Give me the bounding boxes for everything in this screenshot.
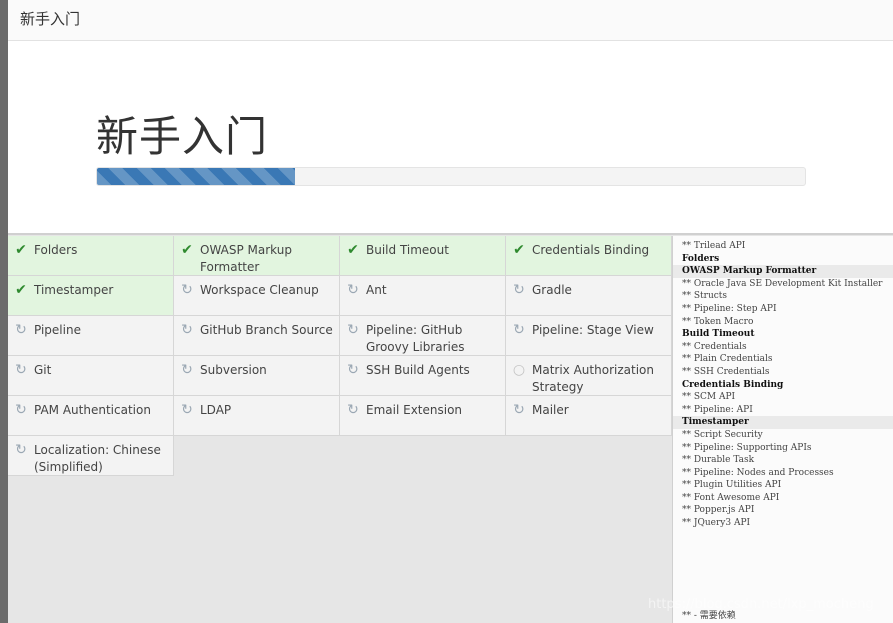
page-title: 新手入门 bbox=[96, 112, 269, 161]
plugin-label: Matrix Authorization Strategy bbox=[532, 363, 654, 394]
plugin-label: Pipeline bbox=[34, 323, 81, 337]
refresh-icon: ↻ bbox=[15, 402, 27, 418]
plugin-label: Folders bbox=[34, 243, 78, 257]
plugin-label: Workspace Cleanup bbox=[200, 283, 319, 297]
refresh-icon: ↻ bbox=[15, 322, 27, 338]
log-dependency-line: ** Pipeline: Step API bbox=[682, 303, 777, 314]
plugin-item: ↻ Gradle bbox=[506, 276, 672, 316]
log-plugin-header: Credentials Binding bbox=[682, 379, 784, 390]
window-title: 新手入门 bbox=[20, 10, 81, 28]
log-dependency-line: ** Script Security bbox=[682, 429, 763, 440]
plugin-item: ✔ Folders bbox=[8, 236, 174, 276]
plugin-item: ↻ Ant bbox=[340, 276, 506, 316]
plugin-item: ↻ Pipeline: GitHub Groovy Libraries bbox=[340, 316, 506, 356]
log-dependency-line: ** Plugin Utilities API bbox=[682, 480, 782, 491]
plugin-item: ✔ Build Timeout bbox=[340, 236, 506, 276]
plugin-item: ↻ Workspace Cleanup bbox=[174, 276, 340, 316]
check-icon: ✔ bbox=[15, 282, 27, 298]
plugin-label: Credentials Binding bbox=[532, 243, 650, 257]
log-dependency-line: ** Structs bbox=[682, 291, 728, 302]
log-dependency-line: ** JQuery3 API bbox=[682, 518, 751, 529]
plugin-item: ✔ Timestamper bbox=[8, 276, 174, 316]
log-dependency-line: ** Trilead API bbox=[682, 241, 746, 251]
log-dependency-line: ** SCM API bbox=[682, 392, 736, 403]
log-dependency-line: ** Pipeline: API bbox=[682, 404, 753, 415]
log-dependency-line: ** Plain Credentials bbox=[682, 354, 773, 365]
plugin-item: ↻ Mailer bbox=[506, 396, 672, 436]
plugin-item: ○ Matrix Authorization Strategy bbox=[506, 356, 672, 396]
check-icon: ✔ bbox=[513, 242, 525, 258]
log-dependency-line: ** Credentials bbox=[682, 341, 747, 352]
plugin-item: ↻ Git bbox=[8, 356, 174, 396]
log-dependency-line: ** Pipeline: Nodes and Processes bbox=[682, 467, 834, 478]
refresh-icon: ↻ bbox=[347, 402, 359, 418]
plugin-label: OWASP Markup Formatter bbox=[200, 243, 292, 274]
refresh-icon: ↻ bbox=[181, 362, 193, 378]
refresh-icon: ↻ bbox=[15, 362, 27, 378]
refresh-icon: ↻ bbox=[181, 282, 193, 298]
plugin-item: ↻ LDAP bbox=[174, 396, 340, 436]
plugin-item: ↻ Pipeline bbox=[8, 316, 174, 356]
plugin-label: Gradle bbox=[532, 283, 572, 297]
plugin-label: PAM Authentication bbox=[34, 403, 151, 417]
log-dependency-line: ** SSH Credentials bbox=[682, 366, 770, 377]
plugin-item: ↻ Email Extension bbox=[340, 396, 506, 436]
plugin-label: Email Extension bbox=[366, 403, 463, 417]
plugin-label: SSH Build Agents bbox=[366, 363, 470, 377]
window-header: 新手入门 bbox=[8, 0, 893, 41]
log-plugin-header: Build Timeout bbox=[682, 329, 755, 340]
log-plugin-header: Timestamper bbox=[673, 416, 893, 429]
refresh-icon: ↻ bbox=[15, 442, 27, 458]
log-plugin-header: Folders bbox=[682, 253, 720, 264]
refresh-icon: ↻ bbox=[513, 322, 525, 338]
refresh-icon: ↻ bbox=[513, 282, 525, 298]
log-dependency-line: ** Pipeline: Supporting APIs bbox=[682, 442, 812, 453]
install-progress-fill bbox=[97, 168, 296, 185]
install-log[interactable]: ** Trilead API Folders OWASP Markup Format… bbox=[672, 236, 893, 623]
watermark: https://blog.csdn.net/lxp_mocheng bbox=[648, 597, 874, 612]
check-icon: ✔ bbox=[181, 242, 193, 258]
plugin-grid: ✔ Folders ✔ OWASP Markup Formatter ✔ Build Ti… bbox=[8, 236, 672, 623]
plugin-label: Git bbox=[34, 363, 52, 377]
plugin-label: Ant bbox=[366, 283, 387, 297]
plugin-item: ↻ Localization: Chinese (Simplified) bbox=[8, 436, 174, 476]
hero-panel: 新手入门 bbox=[8, 41, 893, 235]
refresh-icon: ↻ bbox=[181, 402, 193, 418]
refresh-icon: ↻ bbox=[513, 402, 525, 418]
plugin-label: Timestamper bbox=[34, 283, 114, 297]
circle-icon: ○ bbox=[512, 362, 526, 378]
plugin-label: Pipeline: GitHub Groovy Libraries bbox=[366, 323, 465, 354]
refresh-icon: ↻ bbox=[347, 322, 359, 338]
plugin-label: GitHub Branch Source bbox=[200, 323, 333, 337]
check-icon: ✔ bbox=[347, 242, 359, 258]
plugin-item: ↻ PAM Authentication bbox=[8, 396, 174, 436]
log-dependency-line: ** Oracle Java SE Development Kit Instal… bbox=[682, 278, 883, 289]
log-dependency-line: ** Popper.js API bbox=[682, 505, 755, 516]
plugin-label: LDAP bbox=[200, 403, 232, 417]
install-progress-bar bbox=[96, 167, 806, 186]
log-dependency-line: ** Token Macro bbox=[682, 316, 754, 327]
plugin-label: Pipeline: Stage View bbox=[532, 323, 654, 337]
plugin-item: ✔ Credentials Binding bbox=[506, 236, 672, 276]
plugin-item: ↻ Subversion bbox=[174, 356, 340, 396]
plugin-item: ↻ GitHub Branch Source bbox=[174, 316, 340, 356]
plugin-label: Subversion bbox=[200, 363, 267, 377]
plugin-item: ↻ SSH Build Agents bbox=[340, 356, 506, 396]
log-plugin-header: OWASP Markup Formatter bbox=[673, 265, 893, 278]
plugin-item: ✔ OWASP Markup Formatter bbox=[174, 236, 340, 276]
check-icon: ✔ bbox=[15, 242, 27, 258]
plugin-label: Mailer bbox=[532, 403, 569, 417]
log-dependency-line: ** Font Awesome API bbox=[682, 492, 780, 503]
plugin-item: ↻ Pipeline: Stage View bbox=[506, 316, 672, 356]
log-lines: ** Trilead API Folders OWASP Markup Format… bbox=[673, 236, 893, 530]
plugin-label: Build Timeout bbox=[366, 243, 449, 257]
log-dependency-line: ** Durable Task bbox=[682, 455, 755, 466]
plugin-label: Localization: Chinese (Simplified) bbox=[34, 443, 161, 474]
setup-window: 新手入门 新手入门 ✔ Folders ✔ OWASP Markup Formatte… bbox=[8, 0, 893, 623]
refresh-icon: ↻ bbox=[347, 282, 359, 298]
refresh-icon: ↻ bbox=[181, 322, 193, 338]
refresh-icon: ↻ bbox=[347, 362, 359, 378]
